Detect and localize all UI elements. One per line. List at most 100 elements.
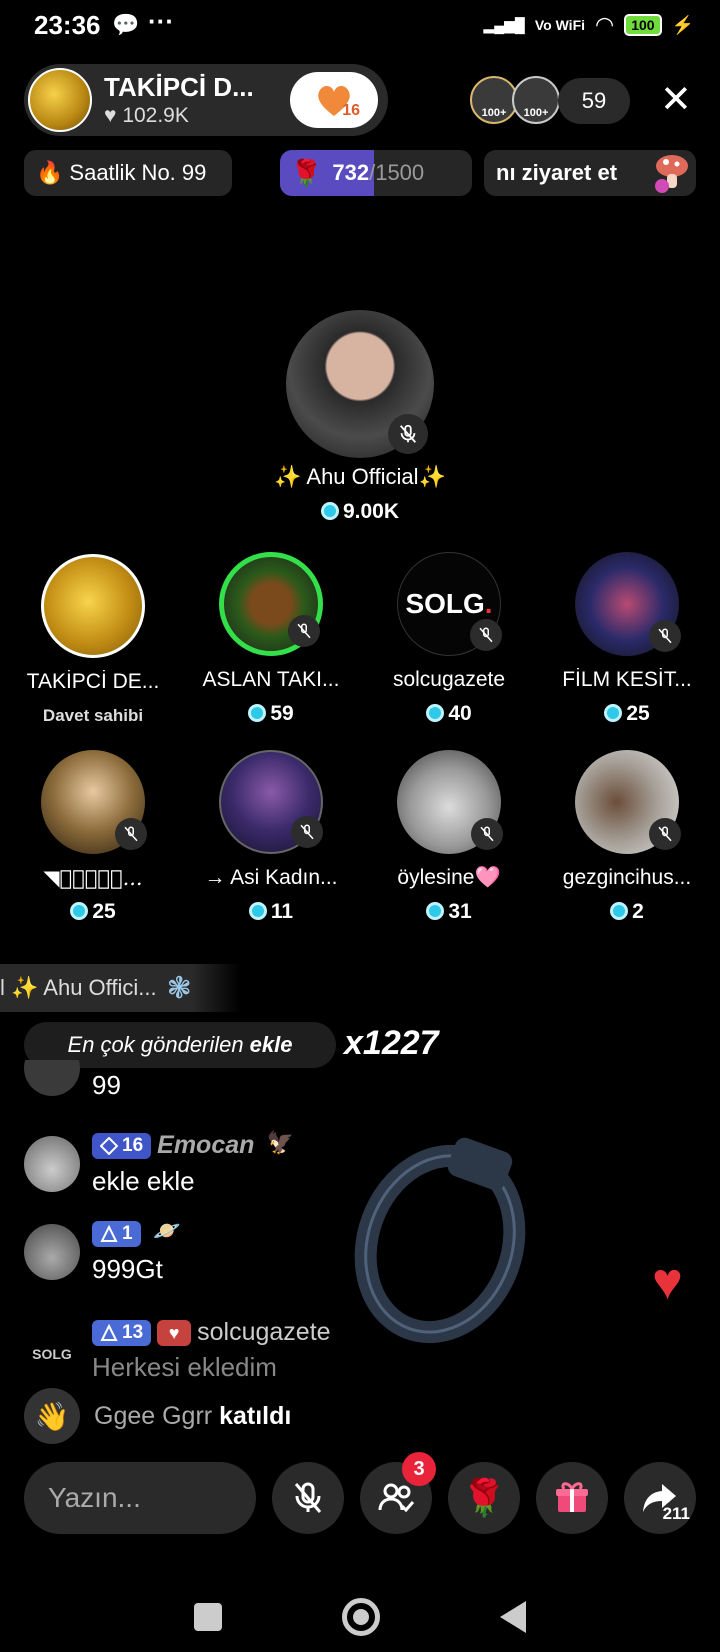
ring-gift-animation	[354, 1137, 526, 1344]
guest-slot[interactable]: ◥ꦿ𝑲𝒂𝑴𝒆... 25	[8, 750, 178, 924]
guest-name: FİLM KESİT...	[562, 668, 692, 691]
guest-name: öylesine🩷	[397, 866, 501, 889]
top-viewer-avatar[interactable]: 100+	[512, 76, 560, 124]
chat-message[interactable]: SOLG 13 ♥ solcugazete Herkesi ekledim	[24, 1318, 331, 1380]
navigation-bar	[0, 1582, 720, 1652]
chat-text: 999Gt	[92, 1254, 163, 1284]
guests-button[interactable]: 3	[360, 1452, 436, 1534]
heart-icon: ♥	[104, 104, 117, 127]
follow-button[interactable]: 16	[290, 72, 378, 128]
guest-coins-value: 11	[270, 900, 294, 923]
guests-badge: 3	[402, 1452, 436, 1486]
share-button[interactable]: 211	[624, 1462, 696, 1534]
guest-slot[interactable]: TAKİPCİ DE... Davet sahibi	[8, 554, 178, 726]
triangle-icon	[100, 1224, 118, 1242]
guest-coins: 25	[8, 900, 178, 924]
guest-coins-value: 31	[448, 900, 472, 923]
hourly-rank-label: Saatlik No. 99	[69, 160, 207, 185]
guest-name: TAKİPCİ DE...	[26, 670, 160, 693]
guest-slot[interactable]: ASLAN TAKI... 59	[186, 552, 356, 726]
gift-button[interactable]	[536, 1462, 608, 1534]
mic-muted-icon	[470, 619, 502, 651]
home-icon[interactable]	[342, 1598, 380, 1636]
wave-icon: 👋	[24, 1388, 80, 1444]
guest-avatar[interactable]	[575, 750, 681, 854]
share-count: 211	[662, 1504, 690, 1523]
status-bar: 23:36 💬 ··· ▂▄▆█ Vo WiFi ◠ 100 ⚡	[0, 0, 720, 56]
guest-avatar[interactable]	[41, 554, 145, 658]
back-icon[interactable]	[500, 1601, 526, 1633]
mic-toggle-button[interactable]	[272, 1462, 344, 1534]
chat-text: 99	[92, 1070, 121, 1100]
chat-message[interactable]: 16 Emocan 🦅 ekle ekle	[24, 1130, 294, 1196]
solg-logo: SOLG	[405, 588, 485, 619]
entry-banner[interactable]: l ✨ Ahu Offici... ❃	[0, 964, 240, 1012]
viewer-count[interactable]: 59	[558, 78, 630, 124]
guest-coins: 31	[364, 900, 534, 924]
coin-icon	[610, 902, 629, 920]
guest-avatar[interactable]	[397, 750, 503, 854]
mic-muted-icon	[649, 818, 681, 850]
mic-muted-icon	[388, 414, 428, 454]
guest-avatar[interactable]	[41, 750, 147, 854]
guest-avatar[interactable]	[575, 552, 681, 656]
hourly-rank-chip[interactable]: 🔥 Saatlik No. 99	[24, 150, 232, 196]
guest-avatar[interactable]: SOLG.	[397, 552, 502, 656]
goal-max: /1500	[369, 160, 425, 185]
guest-coins-value: 2	[632, 900, 644, 923]
guest-slot[interactable]: → Asi Kadın... 11	[186, 750, 356, 924]
status-time: 23:36	[34, 10, 101, 40]
close-icon[interactable]: ✕	[660, 80, 692, 120]
fan-heart-badge: ♥	[157, 1319, 192, 1346]
joined-user: Ggee Ggrr	[94, 1401, 213, 1430]
guest-avatar[interactable]	[219, 750, 323, 854]
fan-level: 16	[342, 102, 360, 119]
host-avatar[interactable]	[28, 68, 92, 132]
gift-goal-chip[interactable]: 🌹 732/1500	[280, 150, 472, 196]
guest-slot[interactable]: SOLG. solcugazete 40	[364, 552, 534, 726]
user-level: 13	[122, 1321, 144, 1343]
guest-slot[interactable]: FİLM KESİT... 25	[542, 552, 712, 726]
top-viewer-avatar[interactable]: 100+	[470, 76, 518, 124]
top-viewers[interactable]: 100+ 100+	[470, 76, 560, 124]
diamond-icon	[100, 1136, 118, 1155]
mic-muted-icon	[471, 818, 503, 850]
coin-icon	[426, 704, 445, 722]
guest-name: solcugazete	[392, 668, 506, 691]
charging-icon: ⚡	[671, 14, 694, 35]
mic-muted-icon	[115, 818, 147, 850]
chat-message[interactable]: 99	[24, 1060, 121, 1100]
gift-combo-count: x1227	[344, 1024, 439, 1062]
coin-icon	[604, 704, 623, 722]
fan-heart-icon: 16	[314, 82, 360, 119]
comment-input[interactable]: Yazın...	[24, 1462, 256, 1534]
gift-combo-text: En çok gönderilen	[67, 1032, 244, 1057]
host-pill[interactable]: TAKİPCİ D... ♥ 102.9K 16	[24, 64, 388, 136]
chat-username[interactable]: Emocan	[157, 1131, 254, 1159]
coin-icon	[248, 902, 267, 920]
guest-coins-value: 40	[448, 702, 472, 725]
recents-icon[interactable]	[194, 1603, 222, 1631]
mic-muted-icon	[291, 816, 323, 848]
comment-input-placeholder: Yazın...	[48, 1482, 141, 1513]
chat-avatar[interactable]	[24, 1060, 80, 1096]
chat-avatar[interactable]: SOLG	[24, 1326, 80, 1380]
guest-coins-value: 59	[270, 702, 294, 725]
rose-gift-button[interactable]: 🌹	[448, 1462, 520, 1534]
chat-avatar[interactable]	[24, 1136, 80, 1192]
chat-username[interactable]: solcugazete	[197, 1318, 330, 1346]
battery-icon: 100	[624, 14, 662, 36]
guest-avatar[interactable]	[219, 552, 323, 656]
guest-slot[interactable]: gezgincihus... 2	[542, 750, 712, 924]
coin-icon	[70, 902, 89, 920]
eagle-icon: 🦅	[266, 1130, 295, 1155]
guest-coins-value: 25	[92, 900, 116, 923]
main-speaker-name: ✨ Ahu Official✨	[274, 464, 446, 489]
guest-slot[interactable]: öylesine🩷 31	[364, 750, 534, 924]
chat-avatar[interactable]	[24, 1224, 80, 1280]
chat-message[interactable]: 1 🪐 999Gt	[24, 1218, 180, 1284]
message-icon: 💬	[112, 12, 140, 37]
goal-current: 732	[332, 160, 370, 185]
visit-chip[interactable]: nı ziyaret et	[484, 150, 696, 196]
visit-label: nı ziyaret et	[496, 160, 618, 185]
